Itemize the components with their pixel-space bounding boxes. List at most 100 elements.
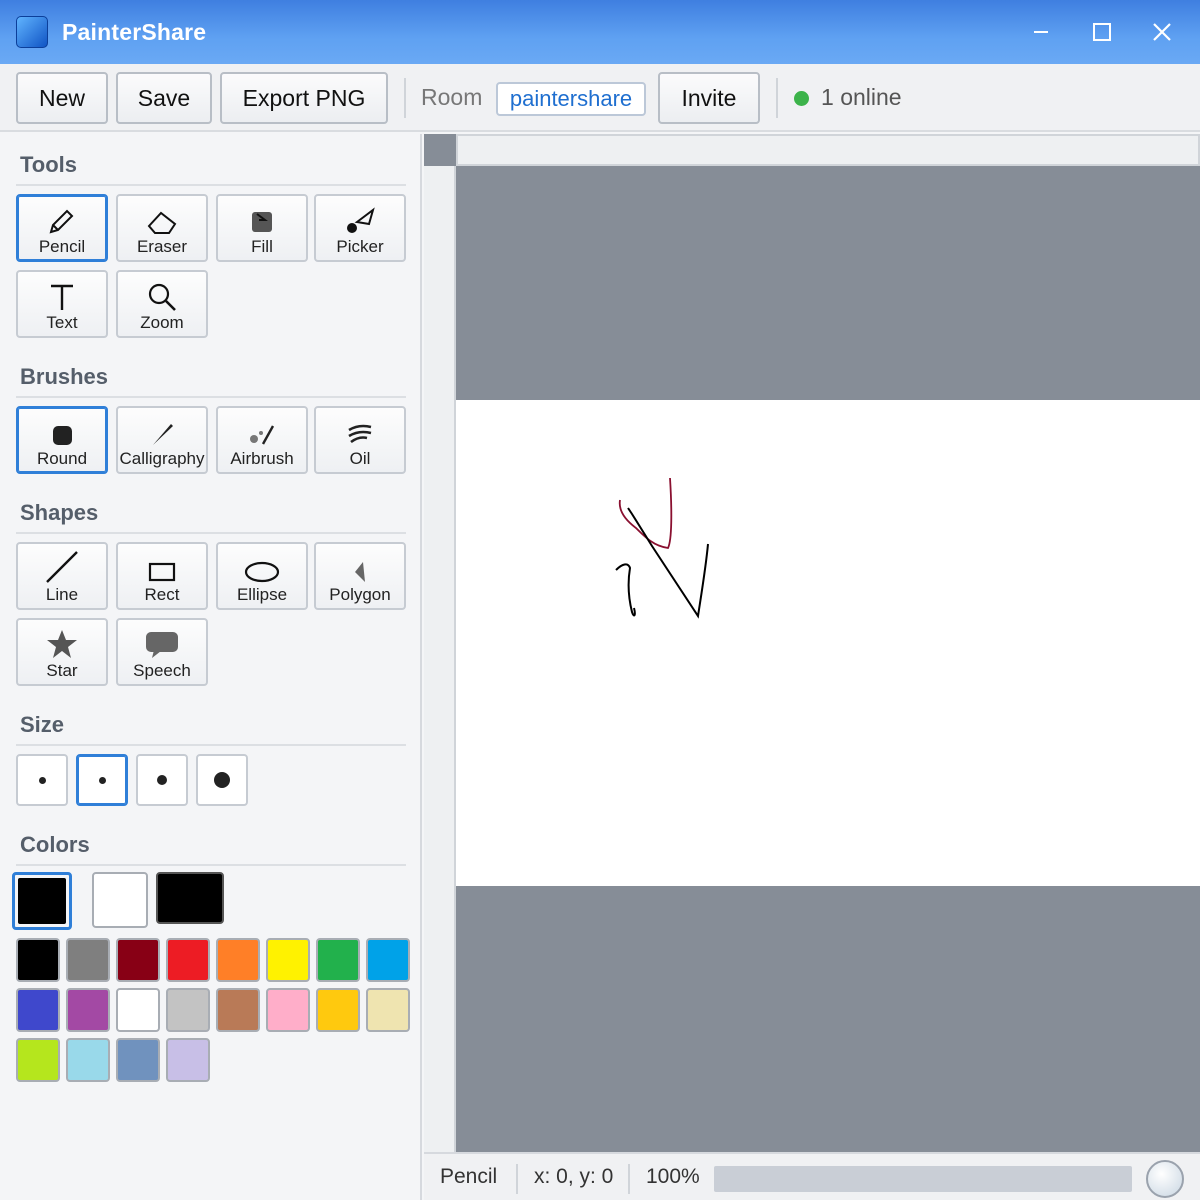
rectangle-icon: [148, 562, 176, 582]
color-swatch[interactable]: [116, 938, 160, 982]
online-count: 1: [821, 84, 834, 110]
status-progress-bar: [714, 1166, 1132, 1192]
colors-section-title: Colors: [20, 832, 90, 857]
drawing-canvas[interactable]: [456, 400, 1200, 886]
color-swatch[interactable]: [266, 988, 310, 1032]
secondary-color-well[interactable]: [92, 872, 148, 928]
toolbar-divider: [404, 78, 406, 118]
size-option-3[interactable]: [136, 754, 188, 806]
color-swatch[interactable]: [166, 938, 210, 982]
tool-pencil[interactable]: Pencil: [16, 194, 108, 262]
size-option-1[interactable]: [16, 754, 68, 806]
brush-calligraphy[interactable]: Calligraphy: [116, 406, 208, 474]
primary-color-well[interactable]: [12, 872, 72, 930]
line-icon: [46, 551, 78, 583]
brush-airbrush[interactable]: Airbrush: [216, 406, 308, 474]
maximize-icon: [1093, 23, 1111, 41]
canvas-drawing: [615, 477, 709, 619]
section-divider: [16, 532, 406, 534]
pencil-icon: [49, 209, 74, 234]
minimize-button[interactable]: [1022, 12, 1062, 52]
close-icon: [1153, 23, 1171, 41]
color-swatch[interactable]: [366, 938, 410, 982]
shape-polygon[interactable]: Polygon: [314, 542, 406, 610]
drawn-stroke: [615, 563, 636, 617]
size-dot: [214, 772, 230, 788]
ellipse-icon: [244, 561, 280, 583]
brush-label: Calligraphy: [119, 449, 205, 468]
brush-label: Oil: [349, 449, 371, 468]
online-status-dot: [794, 91, 809, 106]
fill-bucket-icon: [252, 212, 272, 232]
room-label: Room: [421, 84, 483, 110]
drawn-stroke: [627, 507, 709, 619]
tool-label: Fill: [251, 237, 273, 256]
color-swatch[interactable]: [166, 1038, 210, 1082]
brush-round[interactable]: Round: [16, 406, 108, 474]
color-swatch[interactable]: [316, 938, 360, 982]
shape-label: Polygon: [329, 585, 391, 604]
size-option-2[interactable]: [76, 754, 128, 806]
size-option-4[interactable]: [196, 754, 248, 806]
brush-label: Airbrush: [230, 449, 294, 468]
canvas-viewport[interactable]: [424, 134, 1200, 1152]
export-png-button[interactable]: Export PNG: [220, 72, 388, 124]
color-swatch[interactable]: [16, 1038, 60, 1082]
tool-eraser[interactable]: Eraser: [116, 194, 208, 262]
room-name-field[interactable]: paintershare: [496, 82, 646, 116]
size-dot: [157, 775, 167, 785]
tools-section-title: Tools: [20, 152, 78, 177]
shape-line[interactable]: Line: [16, 542, 108, 610]
color-swatch[interactable]: [366, 988, 410, 1032]
save-button[interactable]: Save: [116, 72, 212, 124]
section-divider: [16, 396, 406, 398]
new-button[interactable]: New: [16, 72, 108, 124]
tool-label: Eraser: [136, 237, 188, 256]
color-swatch[interactable]: [66, 1038, 110, 1082]
shape-ellipse[interactable]: Ellipse: [216, 542, 308, 610]
tool-sidebar: Tools Pencil Eraser Fill Picker Text Zoo…: [0, 134, 422, 1200]
shape-rect[interactable]: Rect: [116, 542, 208, 610]
color-swatch[interactable]: [116, 988, 160, 1032]
ruler-corner: [424, 134, 456, 166]
color-swatch[interactable]: [16, 988, 60, 1032]
invite-button[interactable]: Invite: [658, 72, 760, 124]
network-globe-icon: [1146, 1160, 1184, 1198]
maximize-button[interactable]: [1082, 12, 1122, 52]
shape-label: Rect: [144, 585, 180, 604]
color-swatch[interactable]: [66, 988, 110, 1032]
color-swatch[interactable]: [66, 938, 110, 982]
shape-label: Star: [46, 661, 78, 680]
tool-picker[interactable]: Picker: [314, 194, 406, 262]
magnifier-icon: [148, 283, 176, 311]
polygon-icon: [355, 562, 365, 582]
online-status: 1 online: [821, 84, 902, 111]
color-swatch[interactable]: [166, 988, 210, 1032]
color-swatch[interactable]: [16, 938, 60, 982]
color-swatch[interactable]: [116, 1038, 160, 1082]
color-swatch[interactable]: [316, 988, 360, 1032]
status-bar: Pencil x: 0, y: 0 100%: [424, 1152, 1200, 1200]
shape-speech[interactable]: Speech: [116, 618, 208, 686]
tool-fill[interactable]: Fill: [216, 194, 308, 262]
star-icon: [47, 630, 77, 658]
color-swatch[interactable]: [266, 938, 310, 982]
color-swatch[interactable]: [216, 938, 260, 982]
horizontal-ruler: [456, 134, 1200, 166]
size-dot: [38, 776, 46, 784]
color-preview: [156, 872, 224, 924]
shape-label: Speech: [133, 661, 191, 680]
tool-zoom[interactable]: Zoom: [116, 270, 208, 338]
close-button[interactable]: [1142, 12, 1182, 52]
calligraphy-brush-icon: [153, 424, 173, 445]
color-swatch[interactable]: [216, 988, 260, 1032]
tool-text[interactable]: Text: [16, 270, 108, 338]
tool-label: Pencil: [38, 237, 86, 256]
shape-star[interactable]: Star: [16, 618, 108, 686]
brush-oil[interactable]: Oil: [314, 406, 406, 474]
oil-brush-icon: [348, 424, 372, 444]
shape-label: Ellipse: [236, 585, 288, 604]
tool-label: Picker: [336, 237, 384, 256]
title-bar: PainterShare: [0, 0, 1200, 64]
online-label: online: [840, 84, 902, 110]
